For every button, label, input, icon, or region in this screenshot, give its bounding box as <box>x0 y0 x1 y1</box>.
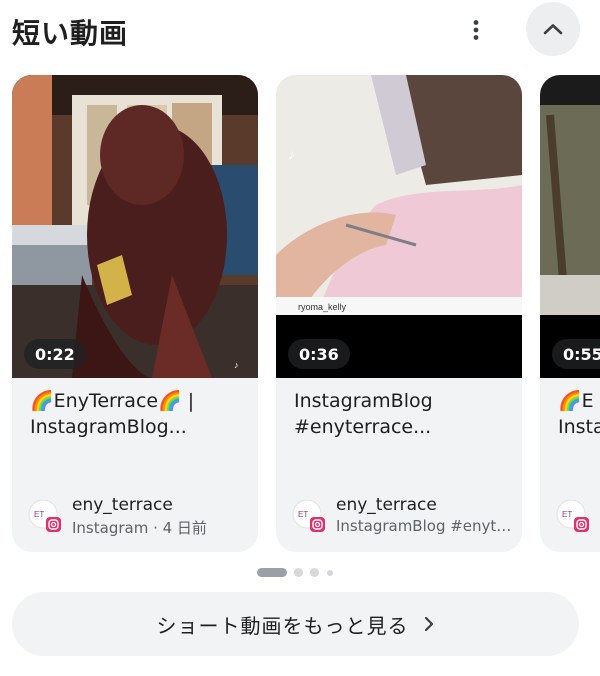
pagination-dot[interactable] <box>327 570 333 576</box>
tiktok-watermark: ♪ <box>234 360 239 370</box>
video-thumbnail: ryoma_kelly ♪ 0:36 <box>276 75 522 378</box>
video-thumbnail-image: ryoma_kelly ♪ <box>276 75 522 378</box>
channel-avatar-icon: ET <box>28 499 61 532</box>
more-options-button[interactable] <box>458 12 494 48</box>
video-title: 🌈EnyTerrace🌈 | InstagramBlog... <box>30 390 195 438</box>
author-name: eny_terrace <box>72 495 173 515</box>
video-title: 🌈E Insta <box>558 390 600 438</box>
carousel-pagination <box>0 568 600 578</box>
channel-avatar-icon: ET <box>556 499 589 532</box>
chevron-up-icon <box>543 24 563 35</box>
pagination-dot[interactable] <box>294 568 303 577</box>
video-card[interactable]: ryoma_kelly ♪ 0:36 InstagramBlog #enyter… <box>276 75 522 552</box>
author-meta: Instagram · 4 日前 <box>72 519 207 537</box>
pagination-dot-active[interactable] <box>257 568 287 577</box>
section-header: 短い動画 <box>0 0 600 62</box>
more-vert-icon <box>473 20 479 40</box>
video-thumbnail-image <box>540 75 600 378</box>
video-title: InstagramBlog #enyterrace... <box>294 390 433 438</box>
video-thumbnail: ♪ 0:22 <box>12 75 258 378</box>
svg-text:ET: ET <box>562 510 572 519</box>
video-duration: 0:55 <box>552 339 600 369</box>
video-duration: 0:36 <box>288 339 350 369</box>
video-author: ET <box>556 493 600 533</box>
video-author: ET eny_terrace InstagramBlog #enyt… <box>292 493 514 535</box>
video-watermark: ryoma_kelly <box>298 302 347 312</box>
video-thumbnail-image: ♪ <box>12 75 258 378</box>
show-more-label: ショート動画をもっと見る <box>156 613 409 638</box>
svg-text:ET: ET <box>298 510 308 519</box>
author-meta: InstagramBlog #enyt… <box>336 517 512 535</box>
video-card[interactable]: ♪ 0:22 🌈EnyTerrace🌈 | InstagramBlog... E… <box>12 75 258 552</box>
show-more-shorts-button[interactable]: ショート動画をもっと見る <box>12 592 579 656</box>
section-title: 短い動画 <box>12 17 129 50</box>
pagination-dot[interactable] <box>310 568 319 577</box>
svg-text:ET: ET <box>34 510 44 519</box>
video-carousel[interactable]: ♪ 0:22 🌈EnyTerrace🌈 | InstagramBlog... E… <box>0 75 600 555</box>
video-thumbnail: 0:55 <box>540 75 600 378</box>
video-author: ET eny_terrace Instagram · 4 日前 <box>28 493 250 537</box>
channel-avatar-icon: ET <box>292 499 325 532</box>
author-name: eny_terrace <box>336 495 437 515</box>
tiktok-watermark: ♪ <box>288 146 295 162</box>
video-card[interactable]: 0:55 🌈E Insta ET <box>540 75 600 552</box>
chevron-right-icon <box>423 615 435 633</box>
video-duration: 0:22 <box>24 339 86 369</box>
collapse-button[interactable] <box>526 2 580 56</box>
